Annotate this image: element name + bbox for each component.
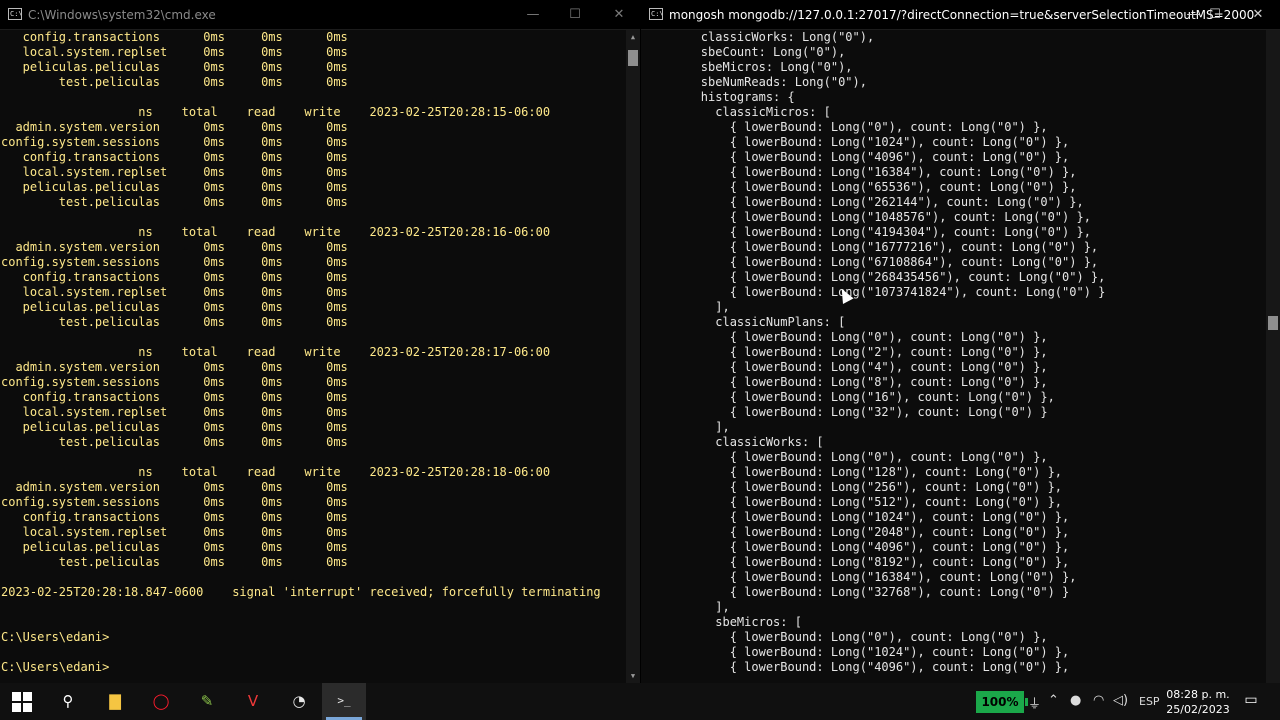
cmd-output-area[interactable]: config.transactions 0ms 0ms 0ms local.sy… [0, 30, 626, 683]
terminal-icon[interactable]: >_ [332, 690, 356, 712]
clock-time: 08:28 p. m. [1166, 688, 1230, 701]
chevron-up-icon[interactable]: ⌃ [1048, 693, 1059, 708]
opera-icon[interactable]: ◯ [149, 690, 173, 712]
console-icon: C:\ [649, 8, 663, 20]
microphone-icon[interactable]: ● [1070, 693, 1081, 708]
scroll-down-icon[interactable]: ▼ [626, 669, 640, 683]
cmd-minimize-button[interactable]: — [511, 0, 555, 29]
windows-start-icon[interactable] [11, 690, 33, 712]
battery-indicator[interactable]: 100% [976, 691, 1028, 713]
mongosh-scrollbar[interactable] [1266, 30, 1280, 683]
notifications-icon[interactable]: ▭ [1241, 692, 1261, 708]
mongosh-window: C:\ mongosh mongodb://127.0.0.1:27017/?d… [641, 0, 1280, 683]
cmd-maximize-button[interactable]: ☐ [553, 0, 597, 29]
mongosh-titlebar[interactable]: C:\ mongosh mongodb://127.0.0.1:27017/?d… [641, 0, 1280, 30]
clock-date: 25/02/2023 [1166, 703, 1230, 716]
cmd-window: C:\ C:\Windows\system32\cmd.exe — ☐ ✕ co… [0, 0, 640, 683]
notepad-plus-plus-icon[interactable]: ✎ [195, 690, 219, 712]
mongosh-output: classicWorks: Long("0"), sbeCount: Long(… [700, 30, 1106, 674]
mongosh-maximize-button[interactable]: ☐ [1193, 0, 1237, 29]
cmd-close-button[interactable]: ✕ [597, 0, 640, 29]
mongosh-window-title: mongosh mongodb://127.0.0.1:27017/?direc… [669, 8, 1255, 22]
taskbar: ⚲ ▇ ◯ ✎ V ◔ >_ 100% ⏚ ⌃ ● ◠ ◁) ESP 08:28… [0, 683, 1280, 720]
search-icon[interactable]: ⚲ [56, 690, 80, 712]
cmd-window-title: C:\Windows\system32\cmd.exe [28, 8, 216, 22]
power-plug-icon[interactable]: ⏚ [1028, 693, 1041, 712]
cmd-titlebar[interactable]: C:\ C:\Windows\system32\cmd.exe — ☐ ✕ [0, 0, 640, 30]
cmd-output: config.transactions 0ms 0ms 0ms local.sy… [1, 30, 601, 674]
volume-icon[interactable]: ◁) [1113, 693, 1128, 708]
mongosh-scroll-thumb[interactable] [1268, 316, 1278, 330]
cmd-scroll-thumb[interactable] [628, 50, 638, 66]
cmd-scrollbar[interactable]: ▲ ▼ [626, 30, 640, 683]
clock[interactable]: 08:28 p. m. 25/02/2023 [1162, 687, 1234, 717]
vivaldi-icon[interactable]: V [241, 690, 265, 712]
scroll-up-icon[interactable]: ▲ [626, 30, 640, 44]
language-indicator[interactable]: ESP [1139, 695, 1160, 708]
file-explorer-icon[interactable]: ▇ [103, 690, 127, 712]
mongosh-close-button[interactable]: ✕ [1236, 0, 1280, 29]
mongodb-compass-icon[interactable]: ◔ [287, 690, 311, 712]
console-icon: C:\ [8, 8, 22, 20]
wifi-icon[interactable]: ◠ [1093, 693, 1104, 708]
mongosh-output-area[interactable]: classicWorks: Long("0"), sbeCount: Long(… [641, 30, 1266, 683]
